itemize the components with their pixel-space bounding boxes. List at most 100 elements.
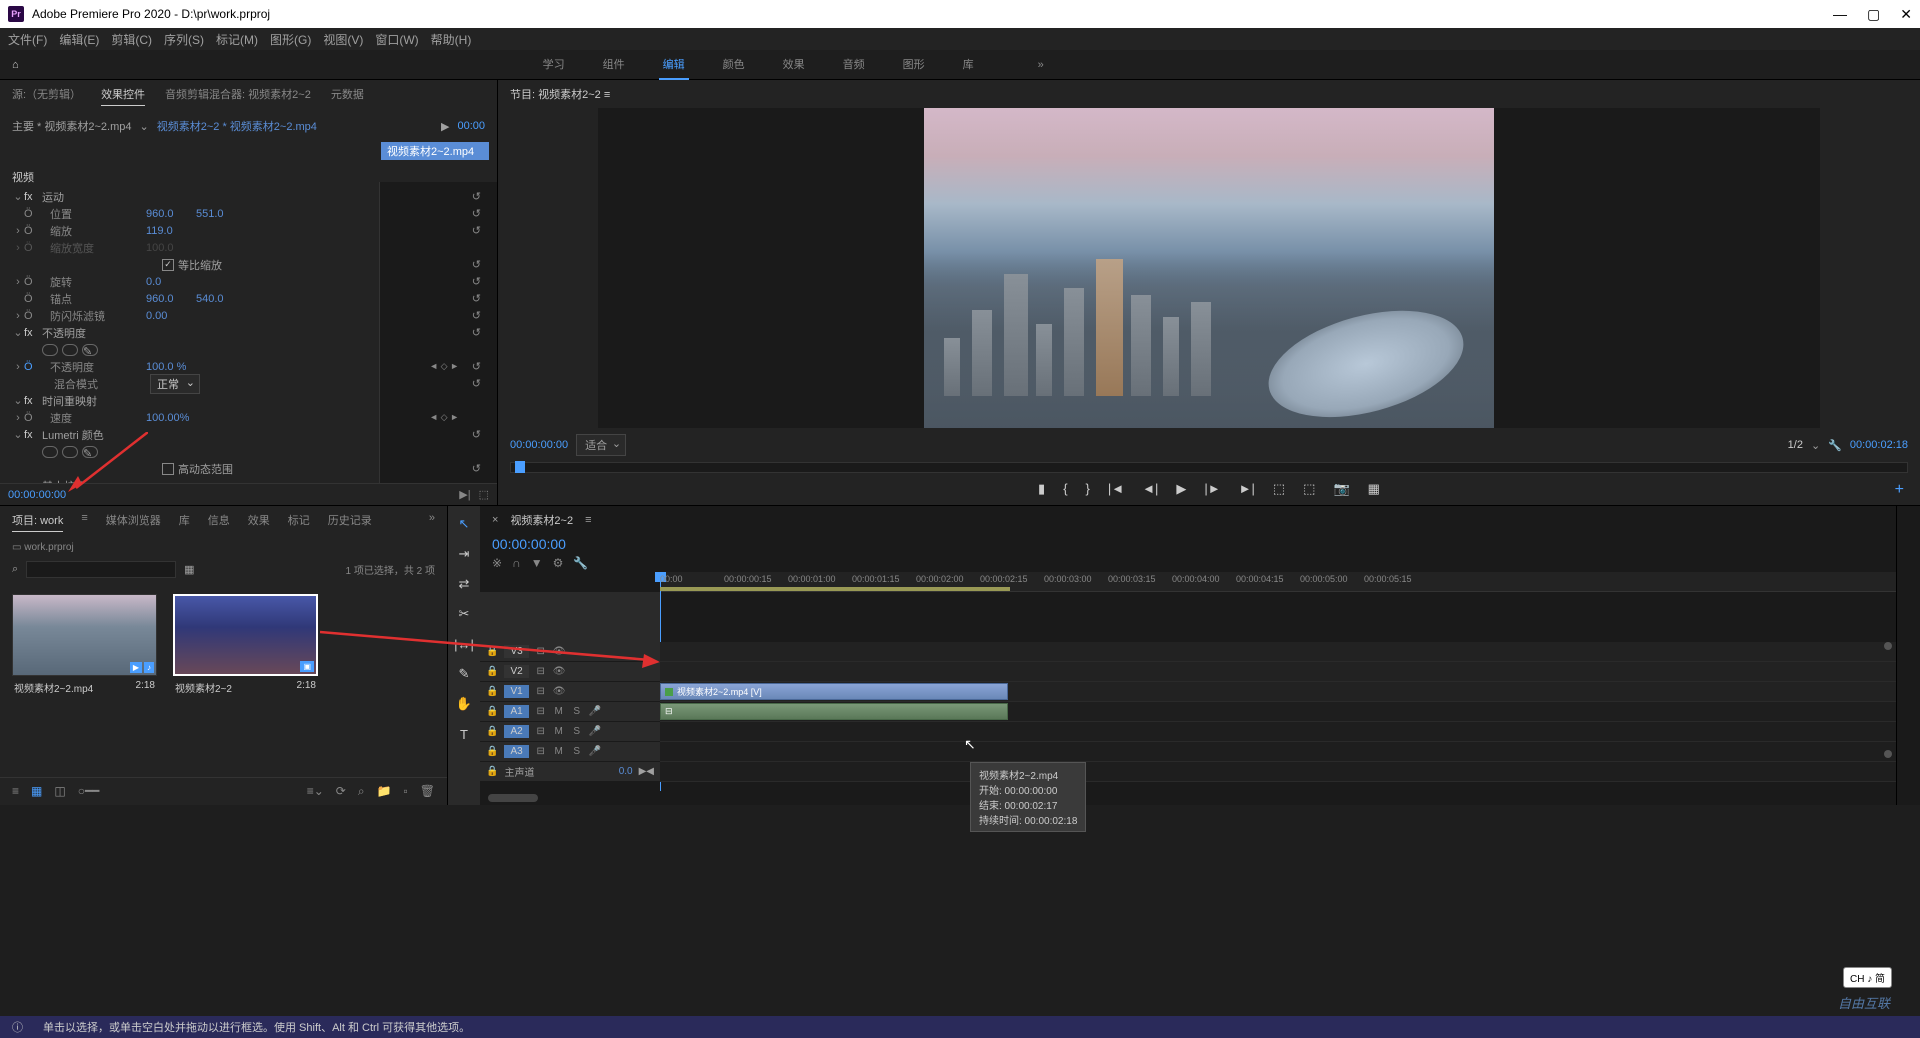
stopwatch-icon[interactable]: Ö: [24, 310, 38, 322]
menu-sequence[interactable]: 序列(S): [164, 31, 204, 48]
position-y[interactable]: 551.0: [196, 208, 246, 220]
keyframe-icon[interactable]: ▶◀: [639, 766, 654, 777]
sync-lock-icon[interactable]: ⊟: [535, 686, 547, 697]
track-name[interactable]: A3: [504, 745, 528, 758]
reset-icon[interactable]: ↺: [472, 258, 481, 271]
mute-icon[interactable]: M: [553, 726, 565, 737]
play-only-icon[interactable]: ▶|: [459, 488, 470, 501]
lock-icon[interactable]: 🔒: [486, 666, 498, 677]
tab-effects[interactable]: 效果: [248, 512, 270, 532]
chevron-down-icon[interactable]: ⌄: [1811, 439, 1820, 452]
disclosure-icon[interactable]: ⌄: [12, 190, 24, 203]
tab-audio-mixer[interactable]: 音频剪辑混合器: 视频素材2~2: [165, 86, 311, 106]
track-lane-v1[interactable]: 视频素材2~2.mp4 [V]: [660, 682, 1896, 702]
list-view-icon[interactable]: ≡: [12, 784, 19, 799]
tab-history[interactable]: 历史记录: [328, 512, 372, 532]
sort-icon[interactable]: ≡⌄: [307, 784, 324, 799]
solo-icon[interactable]: S: [571, 726, 583, 737]
add-marker-icon[interactable]: ▮: [1038, 481, 1045, 497]
bin-thumbnail[interactable]: ▶♪: [12, 594, 157, 676]
keyframe-nav[interactable]: ◄ ◇ ►: [429, 361, 459, 372]
clip-bar[interactable]: 视频素材2~2.mp4: [381, 142, 489, 160]
track-lane-a3[interactable]: [660, 742, 1896, 762]
ime-indicator[interactable]: CH ♪ 简: [1843, 967, 1892, 988]
motion-group[interactable]: ⌄ fx 运动 ↺: [8, 188, 489, 205]
zoom-ratio-dropdown[interactable]: 1/2: [1788, 439, 1803, 451]
icon-view-icon[interactable]: ▦: [31, 784, 42, 799]
automate-icon[interactable]: ⟳: [336, 784, 346, 799]
tab-markers[interactable]: 标记: [288, 512, 310, 532]
workspace-libraries[interactable]: 库: [959, 50, 978, 80]
play-icon[interactable]: ▶: [441, 120, 449, 133]
track-name[interactable]: V3: [504, 645, 528, 658]
speed-value[interactable]: 100.00%: [146, 412, 196, 424]
lock-icon[interactable]: 🔒: [486, 726, 498, 737]
wrench-icon[interactable]: 🔧: [573, 556, 588, 570]
timeline-scrollbar[interactable]: [480, 791, 1896, 805]
zoom-slider[interactable]: ○━━: [78, 784, 100, 799]
hand-tool-icon[interactable]: ✋: [454, 694, 474, 714]
snap-icon[interactable]: ※: [492, 556, 502, 570]
export-frame-icon[interactable]: ⬚: [479, 488, 489, 501]
program-scrubber[interactable]: [510, 462, 1908, 473]
track-content[interactable]: 视频素材2~2.mp4 [V] ⊟ ↖ 视频素材2~2.mp4 开始: 00:0…: [660, 592, 1896, 782]
track-lane-v3[interactable]: [660, 642, 1896, 662]
audio-meter[interactable]: [1896, 506, 1920, 805]
track-lane-master[interactable]: [660, 762, 1896, 782]
workspace-learn[interactable]: 学习: [539, 50, 569, 80]
opacity-value[interactable]: 100.0 %: [146, 361, 196, 373]
video-clip[interactable]: 视频素材2~2.mp4 [V]: [660, 683, 1008, 700]
reset-icon[interactable]: ↺: [472, 275, 481, 288]
mark-out-icon[interactable]: }: [1086, 481, 1090, 497]
track-resize-dot[interactable]: [1884, 642, 1892, 650]
disclosure-icon[interactable]: ⌄: [12, 428, 24, 441]
workspace-effects[interactable]: 效果: [779, 50, 809, 80]
bin-name[interactable]: 视频素材2~2: [175, 680, 232, 695]
lock-icon[interactable]: 🔒: [486, 746, 498, 757]
stopwatch-icon[interactable]: Ö: [24, 276, 38, 288]
maximize-icon[interactable]: ▢: [1867, 6, 1880, 23]
disclosure-icon[interactable]: ⌄: [12, 326, 24, 339]
work-area-bar[interactable]: [660, 587, 1010, 591]
mute-icon[interactable]: M: [553, 746, 565, 757]
rect-mask-icon[interactable]: [62, 446, 78, 458]
track-lane-v2[interactable]: [660, 662, 1896, 682]
project-bins[interactable]: ▶♪ 视频素材2~2.mp4 2:18 ▣ 视频素材2~2 2:18: [0, 582, 447, 777]
reset-icon[interactable]: ↺: [472, 190, 481, 203]
sync-lock-icon[interactable]: ⊟: [535, 666, 547, 677]
tab-project[interactable]: 项目: work: [12, 512, 63, 532]
reset-icon[interactable]: ↺: [472, 360, 481, 373]
mark-in-icon[interactable]: {: [1063, 481, 1067, 497]
reset-icon[interactable]: ↺: [472, 207, 481, 220]
track-name[interactable]: A2: [504, 725, 528, 738]
menu-help[interactable]: 帮助(H): [431, 31, 472, 48]
tab-metadata[interactable]: 元数据: [331, 86, 364, 106]
track-header-v3[interactable]: 🔒 V3 ⊟ 👁: [480, 642, 660, 662]
fx-badge[interactable]: fx: [24, 429, 42, 441]
reset-icon[interactable]: ↺: [472, 428, 481, 441]
menu-file[interactable]: 文件(F): [8, 31, 47, 48]
mute-icon[interactable]: M: [553, 706, 565, 717]
sync-lock-icon[interactable]: ⊟: [535, 746, 547, 757]
solo-icon[interactable]: S: [571, 746, 583, 757]
export-frame-icon[interactable]: 📷: [1333, 481, 1349, 497]
sync-lock-icon[interactable]: ⊟: [535, 706, 547, 717]
position-x[interactable]: 960.0: [146, 208, 196, 220]
tab-media-browser[interactable]: 媒体浏览器: [106, 512, 161, 532]
menu-clip[interactable]: 剪辑(C): [111, 31, 152, 48]
track-resize-dot[interactable]: [1884, 750, 1892, 758]
linked-selection-icon[interactable]: ∩: [512, 556, 521, 570]
extract-icon[interactable]: ⬚: [1303, 481, 1315, 497]
timeline-ruler[interactable]: 00:00 00:00:00:15 00:00:01:00 00:00:01:1…: [660, 572, 1896, 592]
close-icon[interactable]: ✕: [1900, 6, 1912, 23]
razor-tool-icon[interactable]: ✂: [454, 604, 474, 624]
rect-mask-icon[interactable]: [62, 344, 78, 356]
pen-tool-icon[interactable]: ✎: [454, 664, 474, 684]
step-forward-icon[interactable]: |►: [1204, 481, 1220, 497]
disclosure-icon[interactable]: ⌄: [12, 394, 24, 407]
reset-icon[interactable]: ↺: [472, 326, 481, 339]
track-name[interactable]: V1: [504, 685, 528, 698]
stopwatch-icon[interactable]: Ö: [24, 412, 38, 424]
play-icon[interactable]: ▶: [1176, 481, 1186, 497]
voice-over-icon[interactable]: 🎤: [589, 706, 601, 717]
